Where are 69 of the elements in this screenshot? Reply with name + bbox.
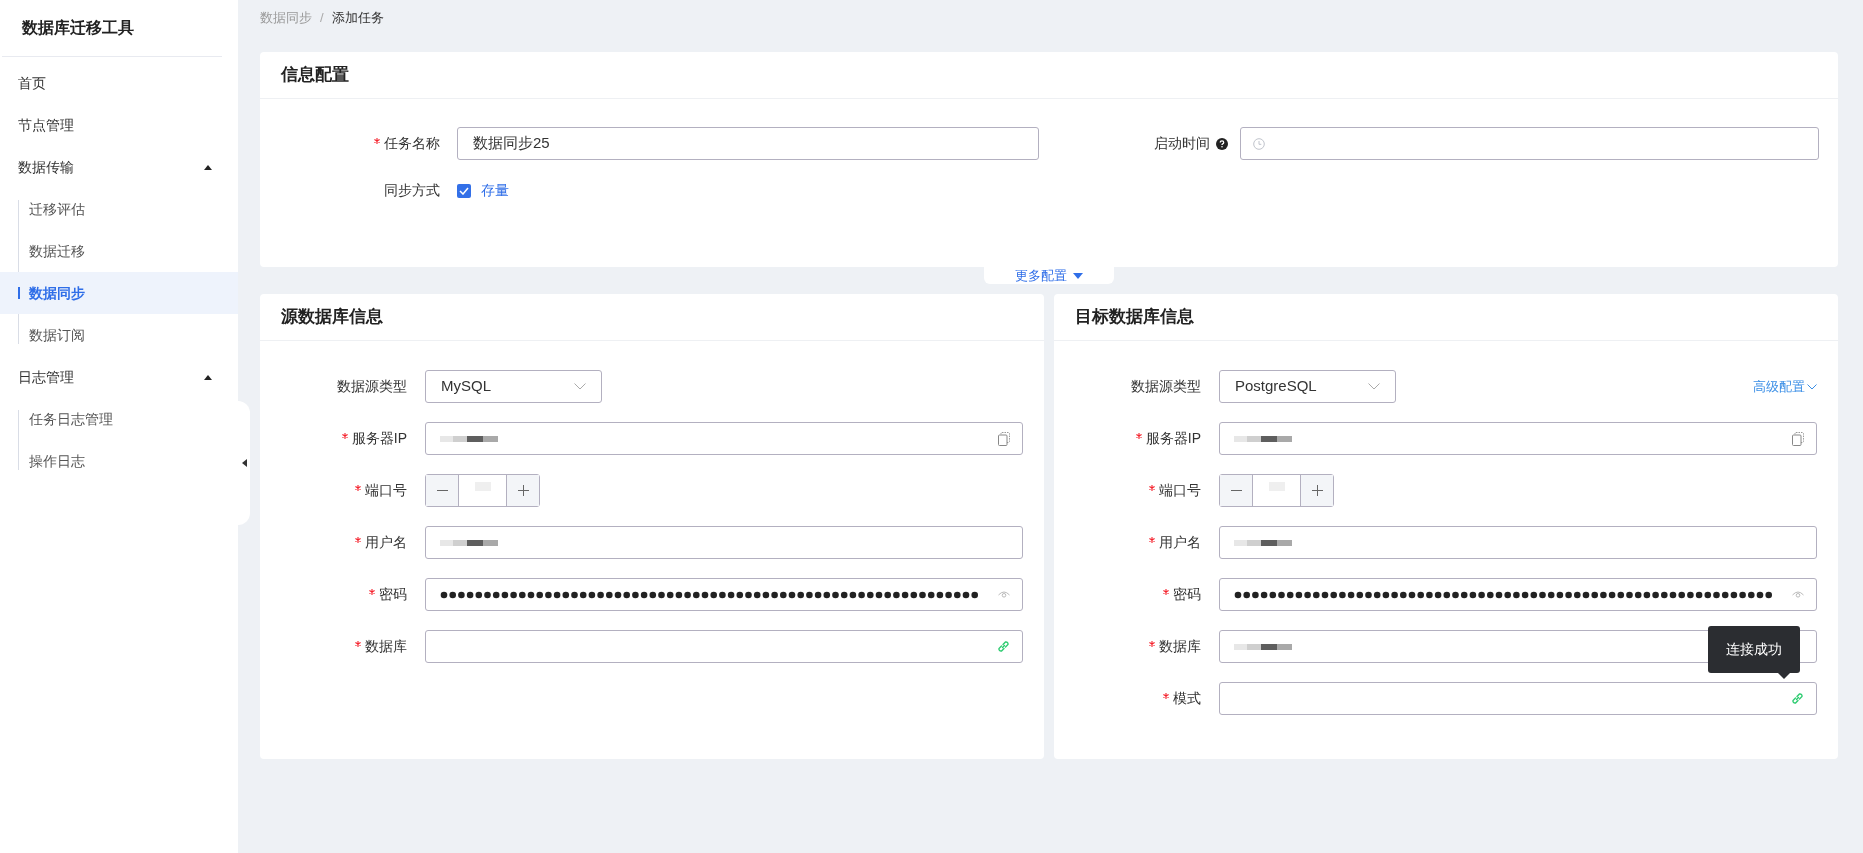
field-label: 同步方式 [384,181,440,200]
breadcrumb-item: 添加任务 [331,9,384,28]
minus-icon[interactable] [436,490,448,491]
menu-item[interactable]: 日志管理 [0,356,238,398]
field-label: 端口号 [365,481,407,500]
password-field[interactable] [1219,578,1817,611]
card-title: 目标数据库信息 [1075,306,1194,329]
plus-icon[interactable] [517,485,529,496]
field-label: 用户名 [365,533,407,552]
plus-icon[interactable] [1311,485,1323,496]
minus-icon[interactable] [1230,490,1242,491]
task-name-field[interactable]: 数据同步25 [457,127,1039,160]
select-field[interactable]: PostgreSQL [1219,370,1396,403]
field-label: 任务名称 [384,134,440,153]
submenu-item[interactable]: 任务日志管理 [0,398,238,440]
checkbox[interactable] [457,183,471,198]
field-label: 密码 [379,585,407,604]
tooltip: 连接成功 [1708,626,1800,679]
password-field[interactable] [425,578,1023,611]
chevron-down-icon [1368,383,1380,390]
submenu-item[interactable]: 数据迁移 [0,230,238,272]
submenu-item[interactable]: 数据同步 [0,272,238,314]
input-field[interactable] [425,526,1023,559]
field-label: 数据库 [365,637,407,656]
eye-icon[interactable] [998,590,1010,599]
menu-item[interactable]: 节点管理 [0,104,238,146]
chevron-down-icon [574,383,586,390]
input-field[interactable] [425,422,1023,455]
more-config-toggle[interactable]: 更多配置 [984,267,1114,284]
field-label: 数据库 [1159,637,1201,656]
caret-left-icon [241,459,247,467]
advanced-config-link[interactable]: 高级配置 [1753,376,1817,397]
submenu-item[interactable]: 迁移评估 [0,188,238,230]
card-title: 源数据库信息 [281,306,383,329]
menu-item[interactable]: 首页 [0,62,238,104]
chevron-down-icon [1807,383,1817,390]
app-title: 数据库迁移工具 [22,18,134,38]
collapse-handle[interactable] [238,401,250,525]
caret-down-icon [1073,272,1083,279]
input-field[interactable] [1219,422,1817,455]
field-label: 用户名 [1159,533,1201,552]
caret-up-icon [204,374,212,380]
clock-icon [1253,137,1265,150]
caret-up-icon [204,164,212,170]
eye-icon[interactable] [1792,590,1804,599]
field-label: 端口号 [1159,481,1201,500]
link-icon[interactable] [1791,692,1804,705]
copy-icon[interactable] [1792,431,1804,446]
field-label: 启动时间 [1154,134,1210,153]
submenu-item[interactable]: 操作日志 [0,440,238,482]
copy-icon[interactable] [998,431,1010,446]
checkbox-label[interactable]: 存量 [481,180,509,201]
field-label: 密码 [1173,585,1201,604]
field-label: 数据源类型 [337,377,407,396]
breadcrumb-separator: / [320,9,324,28]
input-field[interactable] [425,630,1023,663]
start-time-field[interactable] [1240,127,1819,160]
card-title: 信息配置 [281,64,349,87]
select-field[interactable]: MySQL [425,370,602,403]
menu-item[interactable]: 数据传输 [0,146,238,188]
input-field[interactable] [1219,526,1817,559]
field-label: 服务器IP [1145,429,1201,448]
input-field[interactable] [1219,682,1817,715]
help-icon[interactable] [1216,137,1228,150]
link-icon[interactable] [997,640,1010,653]
field-label: 服务器IP [351,429,407,448]
field-label: 数据源类型 [1131,377,1201,396]
field-label: 模式 [1173,689,1201,708]
submenu-item[interactable]: 数据订阅 [0,314,238,356]
